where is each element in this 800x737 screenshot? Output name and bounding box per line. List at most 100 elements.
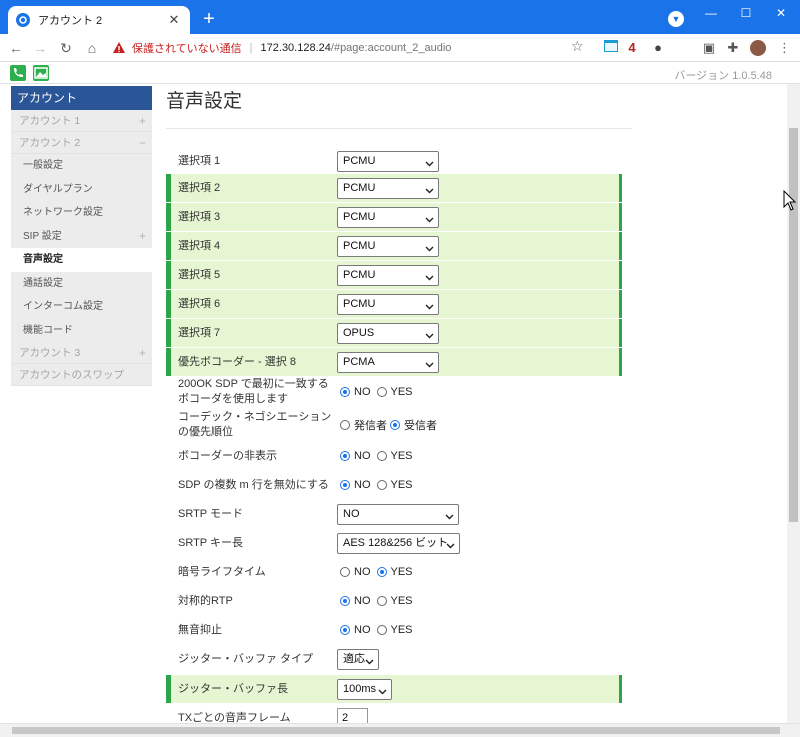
sidebar-item-account-swap[interactable]: アカウントのスワップ (11, 364, 152, 386)
srtp-mode-select[interactable]: NO (337, 503, 459, 525)
expand-plus-icon[interactable]: + (139, 342, 146, 364)
radio-group: NO YES (340, 479, 419, 491)
radio-yes[interactable] (376, 387, 387, 397)
warning-icon (113, 42, 125, 53)
codec-select[interactable]: PCMU (337, 293, 439, 315)
codec-select[interactable]: PCMU (337, 235, 439, 257)
maximize-button[interactable]: ☐ (731, 4, 761, 22)
profile-avatar[interactable] (750, 40, 766, 56)
pin-icon[interactable]: ● (652, 40, 664, 56)
back-arrow-icon[interactable]: ← (6, 38, 26, 58)
radio-yes[interactable] (376, 567, 387, 577)
page-title: 音声設定 (166, 91, 243, 112)
menu-kebab-icon[interactable]: ⋮ (778, 40, 791, 56)
setting-label: 対称的RTP (178, 594, 233, 607)
jitter-length-row: ジッター・バッファ長 100ms (166, 675, 622, 703)
chevron-down-icon (425, 212, 434, 231)
chevron-down-icon (425, 183, 434, 202)
expand-plus-icon[interactable]: + (139, 110, 146, 132)
forward-arrow-icon[interactable]: → (30, 38, 50, 58)
sidebar-account-2[interactable]: アカウント 2 − (11, 132, 152, 154)
sidebar-item-intercom[interactable]: インターコム設定 (11, 295, 152, 319)
radio-group: NO YES (340, 624, 419, 636)
tab-close-icon[interactable]: ✕ (166, 12, 182, 28)
image-icon[interactable] (33, 65, 49, 81)
tab-title: アカウント 2 (38, 15, 103, 27)
tab-search-icon[interactable]: ▼ (668, 11, 684, 27)
sidebar-account-1[interactable]: アカウント 1 + (11, 110, 152, 132)
codec-select[interactable]: PCMU (337, 150, 439, 172)
sidebar-header: アカウント (11, 86, 152, 110)
codec-select[interactable]: PCMU (337, 206, 439, 231)
minimize-button[interactable]: — (696, 4, 726, 22)
codec-row: 優先ボコーダー - 選択 8 PCMA (166, 348, 622, 376)
radio-group: NO YES (340, 595, 419, 607)
sidebar-item-dialplan[interactable]: ダイヤルプラン (11, 177, 152, 201)
codec-select[interactable]: PCMU (337, 177, 439, 202)
tab-favicon-icon (16, 13, 30, 27)
horizontal-scroll-thumb[interactable] (12, 727, 780, 734)
sidebar-item-audio[interactable]: 音声設定 (11, 248, 152, 272)
close-window-button[interactable]: ✕ (766, 4, 796, 22)
sidebar-item-label: アカウント 1 (19, 115, 81, 127)
codec-label: 選択項 7 (178, 326, 221, 339)
sidebar-item-call[interactable]: 通話設定 (11, 271, 152, 295)
radio-yes[interactable] (376, 451, 387, 461)
radio-yes[interactable] (376, 625, 387, 635)
radio-no[interactable] (340, 480, 350, 490)
radio-callee[interactable] (390, 420, 400, 430)
collapse-minus-icon[interactable]: − (139, 132, 146, 154)
radio-no[interactable] (340, 625, 350, 635)
radio-yes[interactable] (376, 480, 387, 490)
silence-suppression-row: 無音抑止 NO YES (166, 616, 622, 644)
sidebar-item-label: アカウント 3 (19, 347, 81, 359)
security-status: 保護されていない通信 (132, 43, 242, 55)
vertical-scroll-thumb[interactable] (789, 128, 798, 522)
codec-select[interactable]: PCMA (337, 351, 439, 373)
home-icon[interactable]: ⌂ (82, 38, 102, 58)
sidebar-item-network[interactable]: ネットワーク設定 (11, 201, 152, 225)
sidebar-account-3[interactable]: アカウント 3 + (11, 342, 152, 364)
jitter-type-select[interactable]: 適応 (337, 648, 379, 670)
phone-icon[interactable] (10, 65, 26, 81)
radio-no[interactable] (340, 596, 350, 606)
setting-label: ボコーダーの非表示 (178, 449, 277, 462)
sidebar-item-general[interactable]: 一般設定 (11, 154, 152, 178)
browser-tab[interactable]: アカウント 2 ✕ (8, 6, 190, 34)
jitter-length-select[interactable]: 100ms (337, 678, 392, 700)
reload-icon[interactable]: ↻ (56, 38, 76, 58)
address-bar[interactable]: 保護されていない通信 | 172.30.128.24 /#page:accoun… (112, 37, 592, 59)
radio-yes[interactable] (376, 596, 387, 606)
radio-group: 発信者 受信者 (340, 417, 443, 433)
radio-no[interactable] (340, 387, 350, 397)
codec-select[interactable]: OPUS (337, 322, 439, 347)
codec-label: 選択項 4 (178, 239, 221, 252)
radio-caller[interactable] (340, 420, 350, 430)
codec-label: 選択項 2 (178, 181, 221, 194)
sidebar-item-sip[interactable]: SIP 設定 + (11, 224, 152, 249)
horizontal-scrollbar[interactable] (0, 723, 800, 737)
sidebar-item-feature-codes[interactable]: 機能コード (11, 318, 152, 342)
radio-no[interactable] (340, 451, 350, 461)
chevron-down-icon (425, 328, 434, 347)
vertical-scrollbar[interactable] (787, 84, 800, 723)
new-tab-button[interactable]: + (198, 9, 220, 31)
extensions-puzzle-icon[interactable]: ✚ (726, 40, 740, 56)
symmetric-rtp-row: 対称的RTP NO YES (166, 587, 622, 615)
mouse-cursor-icon (783, 190, 797, 211)
codec-row: 選択項 6 PCMU (166, 290, 622, 318)
codec-select[interactable]: PCMU (337, 264, 439, 286)
browser-titlebar: アカウント 2 ✕ + ▼ — ☐ ✕ (0, 0, 800, 34)
jitter-type-row: ジッター・バッファ タイプ 適応 (166, 645, 622, 673)
srtp-key-row: SRTP キー長 AES 128&256 ビット (166, 529, 622, 557)
bookmark-star-icon[interactable]: ☆ (571, 38, 584, 55)
sidebar-item-label: アカウント 2 (19, 137, 81, 149)
expand-plus-icon[interactable]: + (139, 225, 146, 249)
srtp-key-select[interactable]: AES 128&256 ビット (337, 532, 460, 554)
url-host: 172.30.128.24 (260, 42, 331, 54)
extension-window-icon[interactable] (604, 40, 618, 56)
extension-chat-icon[interactable]: ▣ (702, 40, 716, 56)
radio-no[interactable] (340, 567, 350, 577)
sidebar: アカウント アカウント 1 + アカウント 2 − 一般設定 ダイヤルプラン ネ… (11, 86, 152, 386)
extension-badge[interactable]: 4 (626, 40, 638, 56)
